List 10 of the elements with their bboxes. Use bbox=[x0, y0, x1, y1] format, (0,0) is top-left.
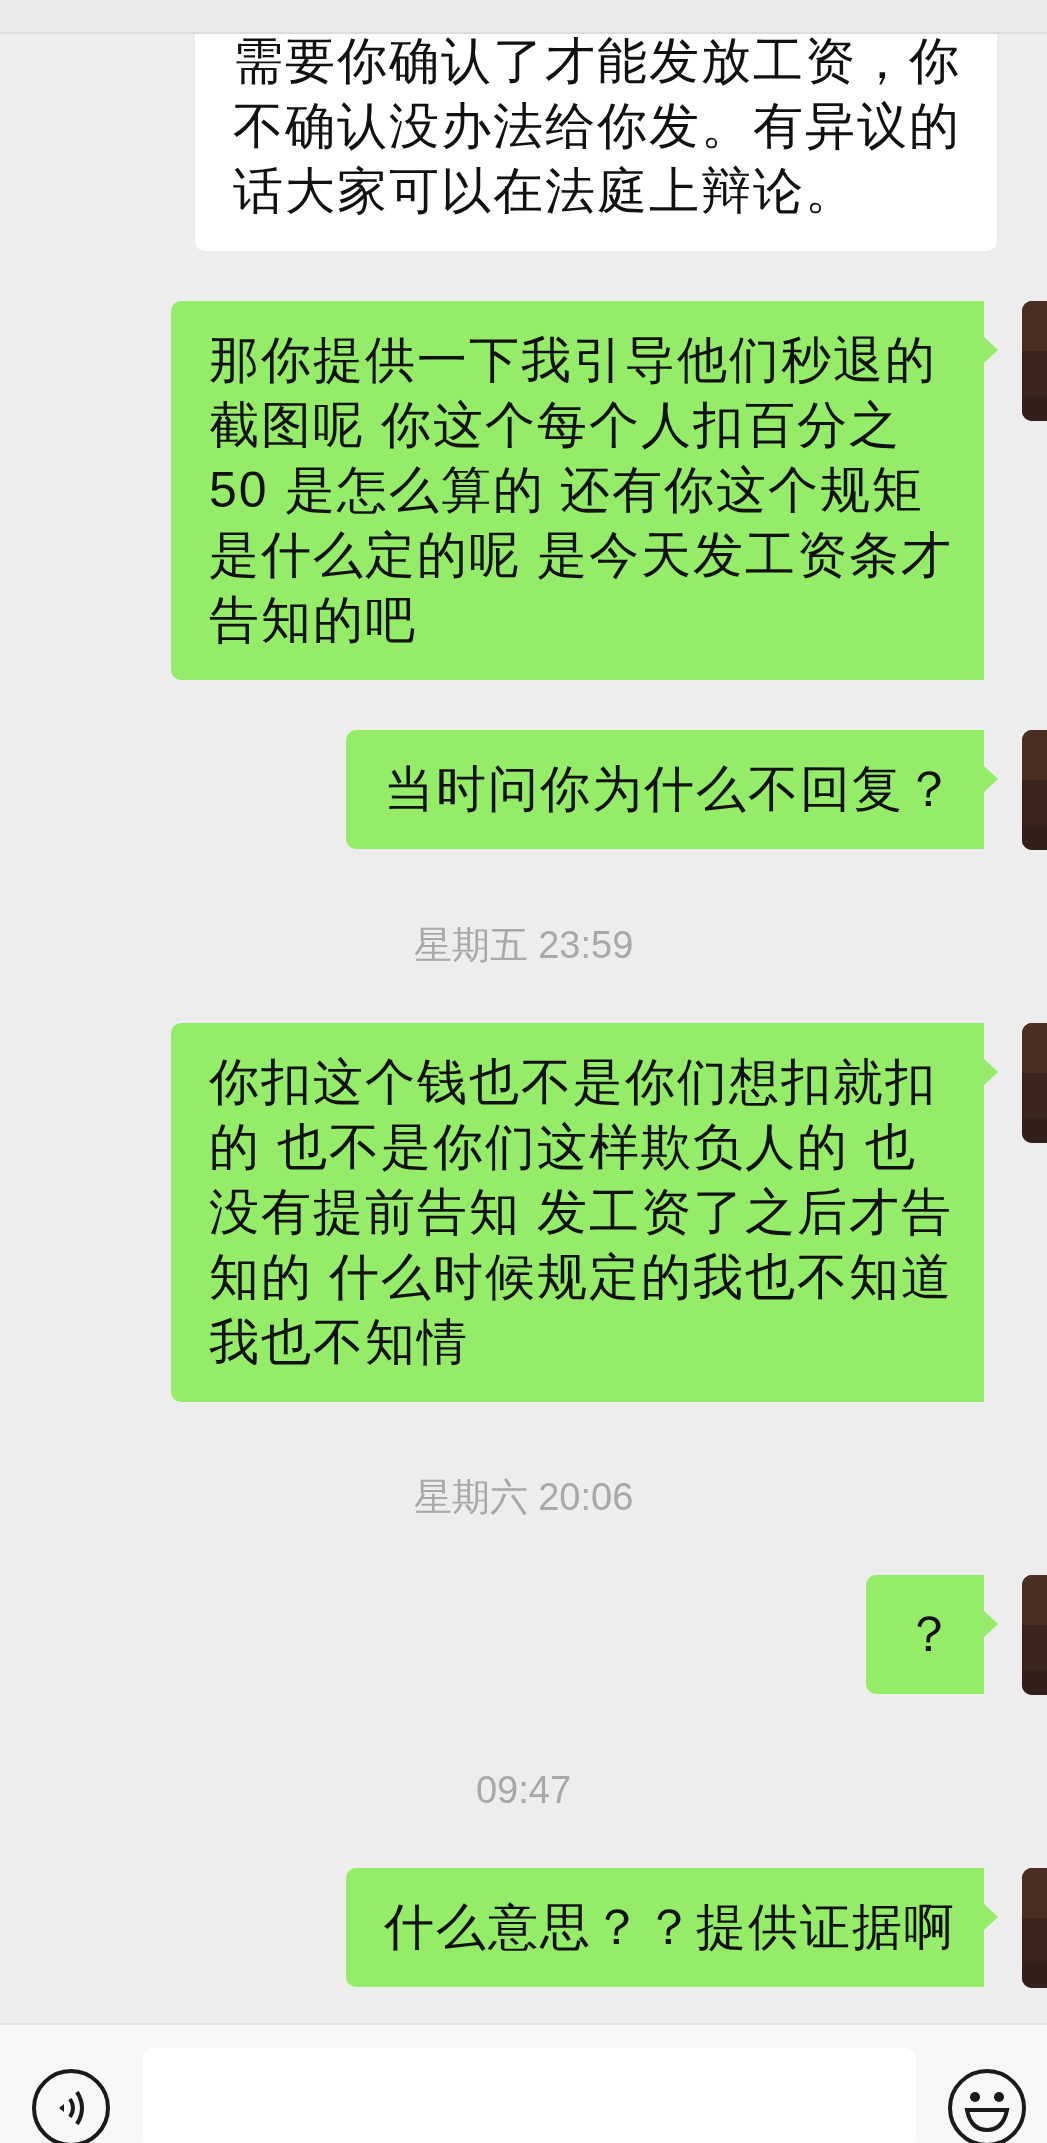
voice-icon[interactable] bbox=[31, 2068, 111, 2143]
message-bubble: 什么意思？？提供证据啊 bbox=[346, 1868, 998, 1987]
emoji-icon[interactable] bbox=[947, 2068, 1027, 2143]
message-bubble: 当时问你为什么不回复？ bbox=[346, 730, 998, 849]
timestamp: 星期六 20:06 bbox=[413, 1475, 634, 1520]
timestamp: 09:47 bbox=[475, 1768, 572, 1813]
message-bubble: 那你提供一下我引导他们秒退的截图呢 你这个每个人扣百分之50 是怎么算的 还有你这个规矩是什么定的呢 是今天发工资条才告知的吧 bbox=[171, 301, 998, 680]
message-bubble: 你扣这个钱也不是你们想扣就扣的 也不是你们这样欺负人的 也没有提前告知 发工资了之后才告知的 什么时候规定的我也不知道我也不知情 bbox=[171, 1023, 998, 1402]
timestamp: 星期五 23:59 bbox=[413, 923, 634, 968]
message-bubble: ？ bbox=[866, 1575, 998, 1694]
